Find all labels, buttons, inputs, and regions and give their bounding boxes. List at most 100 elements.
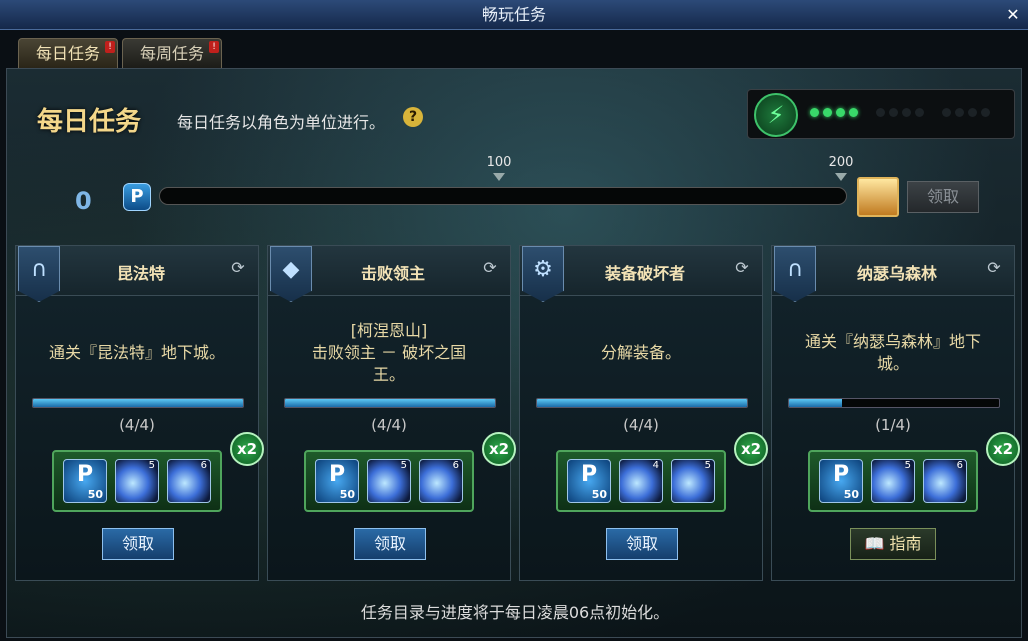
card-description: [柯涅恩山] 击败领主 － 破坏之国 王。 (311, 321, 467, 384)
reward-label: P (328, 462, 346, 487)
milestone-label: 200 (828, 155, 854, 170)
points-reward-icon[interactable]: P 50 (63, 459, 107, 503)
card-title: 纳瑟乌森林 (856, 264, 937, 283)
refresh-icon[interactable]: ⟳ (732, 258, 752, 278)
alert-badge: ! (105, 41, 115, 53)
orb-reward-icon[interactable]: 5 (671, 459, 715, 503)
guide-button[interactable]: 📖 指南 (850, 528, 936, 560)
multiplier-badge: x2 (734, 432, 768, 466)
orb-reward-icon[interactable]: 6 (419, 459, 463, 503)
reward-qty: 6 (200, 460, 207, 471)
multiplier-badge: x2 (986, 432, 1020, 466)
tab-weekly[interactable]: 每周任务 ! (122, 38, 222, 68)
reward-label: P (580, 462, 598, 487)
energy-dot (915, 108, 924, 117)
card-progress-fill (285, 399, 495, 407)
card-progress-bar (536, 398, 748, 408)
reward-qty: 50 (87, 488, 103, 501)
orb-reward-icon[interactable]: 5 (115, 459, 159, 503)
claim-button[interactable]: 领取 (354, 528, 426, 560)
tab-label: 每周任务 (139, 44, 204, 63)
orb-reward-icon[interactable]: 6 (923, 459, 967, 503)
milestone-reward-icon[interactable] (857, 177, 899, 217)
refresh-icon[interactable]: ⟳ (984, 258, 1004, 278)
claim-button[interactable]: 领取 (102, 528, 174, 560)
card-header: ∩ 昆法特 ⟳ (16, 246, 258, 302)
reward-box: P 50 5 6 (304, 450, 474, 512)
crystal-icon: ◆ (270, 246, 312, 302)
card-title: 昆法特 (116, 264, 165, 283)
card-title: 装备破坏者 (604, 264, 685, 283)
reward-qty: 50 (339, 488, 355, 501)
book-icon: 📖 (864, 534, 890, 553)
energy-dot (836, 108, 845, 117)
energy-dot-group (942, 108, 990, 117)
alert-badge: ! (209, 41, 219, 53)
gate-icon: ∩ (18, 246, 60, 302)
reward-qty: 5 (148, 460, 155, 471)
energy-dot (902, 108, 911, 117)
close-icon[interactable]: ✕ (1004, 6, 1022, 24)
reward-label: P (832, 462, 850, 487)
card-description: 分解装备。 (600, 343, 681, 362)
card-progress-fill (33, 399, 243, 407)
points-reward-icon[interactable]: P 50 (819, 459, 863, 503)
claim-milestone-button[interactable]: 领取 (907, 181, 979, 213)
points-value: 0 (75, 187, 92, 215)
points-progress-bar (159, 187, 847, 205)
points-reward-icon[interactable]: P 50 (315, 459, 359, 503)
task-card: ∩ 昆法特 ⟳ 通关『昆法特』地下城。 (4/4) P 50 5 6 x2 领取 (15, 245, 264, 581)
energy-dot (810, 108, 819, 117)
card-header: ◆ 击败领主 ⟳ (268, 246, 510, 302)
reward-qty: 4 (652, 460, 659, 471)
card-header: ∩ 纳瑟乌森林 ⟳ (772, 246, 1014, 302)
card-progress-bar (284, 398, 496, 408)
page-subtitle: 每日任务以角色为单位进行。 (177, 113, 386, 132)
energy-dot (981, 108, 990, 117)
reward-qty: 50 (843, 488, 859, 501)
points-badge: P (123, 183, 151, 211)
card-progress-bar (32, 398, 244, 408)
energy-dot (849, 108, 858, 117)
milestone-label: 100 (486, 155, 512, 170)
orb-reward-icon[interactable]: 6 (167, 459, 211, 503)
reward-qty: 5 (704, 460, 711, 471)
task-card: ◆ 击败领主 ⟳ [柯涅恩山] 击败领主 － 破坏之国 王。 (4/4) P 50… (267, 245, 516, 581)
reward-box: P 50 5 6 (808, 450, 978, 512)
help-icon[interactable]: ? (403, 107, 423, 127)
orb-reward-icon[interactable]: 4 (619, 459, 663, 503)
card-count: (4/4) (371, 416, 407, 434)
refresh-icon[interactable]: ⟳ (480, 258, 500, 278)
energy-dot (955, 108, 964, 117)
energy-dot (968, 108, 977, 117)
card-count: (4/4) (623, 416, 659, 434)
card-description: 通关『昆法特』地下城。 (48, 343, 225, 362)
claim-button[interactable]: 领取 (606, 528, 678, 560)
multiplier-badge: x2 (230, 432, 264, 466)
card-count: (4/4) (119, 416, 155, 434)
card-title: 击败领主 (360, 264, 425, 283)
energy-dot (942, 108, 951, 117)
points-reward-icon[interactable]: P 50 (567, 459, 611, 503)
reward-qty: 50 (591, 488, 607, 501)
tab-daily[interactable]: 每日任务 ! (18, 38, 118, 68)
reward-box: P 50 4 5 (556, 450, 726, 512)
energy-dot (876, 108, 885, 117)
tab-label: 每日任务 (35, 44, 100, 63)
milestone-marker (835, 173, 847, 181)
reward-qty: 5 (400, 460, 407, 471)
orb-reward-icon[interactable]: 5 (367, 459, 411, 503)
reward-qty: 6 (956, 460, 963, 471)
card-count: (1/4) (875, 416, 911, 434)
page-title: 每日任务 (37, 107, 142, 137)
window-titlebar: 畅玩任务 ✕ (0, 0, 1028, 30)
reward-qty: 6 (452, 460, 459, 471)
gear-icon: ⚙ (522, 246, 564, 302)
card-progress-fill (537, 399, 747, 407)
refresh-icon[interactable]: ⟳ (228, 258, 248, 278)
reward-box: P 50 5 6 (52, 450, 222, 512)
guide-label: 指南 (889, 534, 922, 553)
orb-reward-icon[interactable]: 5 (871, 459, 915, 503)
reward-label: P (76, 462, 94, 487)
task-card: ∩ 纳瑟乌森林 ⟳ 通关『纳瑟乌森林』地下 城。 (1/4) P 50 5 6 x… (771, 245, 1020, 581)
